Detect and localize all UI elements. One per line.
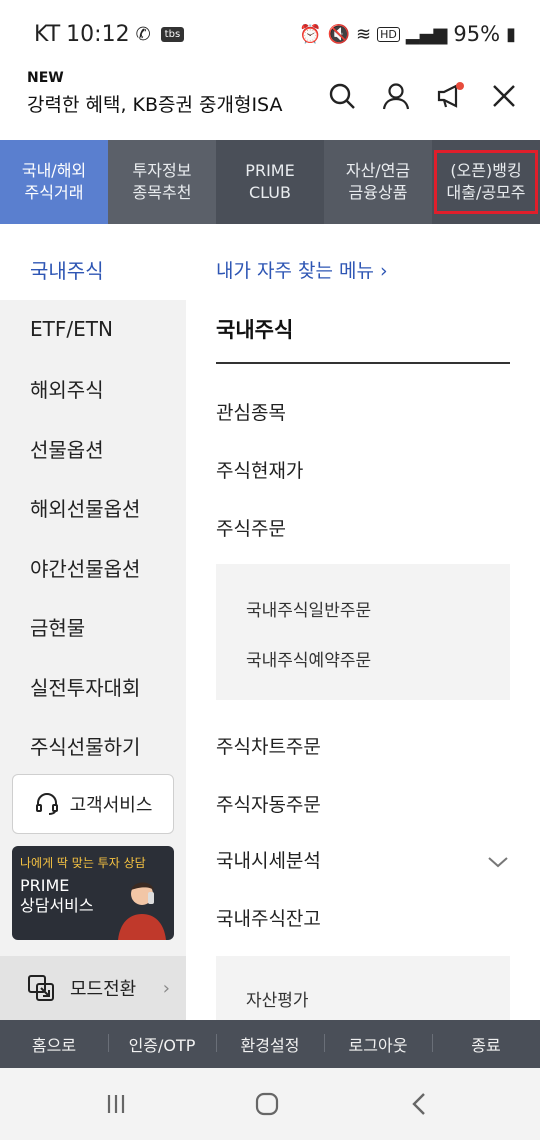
mode-switch-icon <box>28 975 54 1001</box>
menu-item-auto-order[interactable]: 주식자동주문 <box>216 790 321 817</box>
time-label: 10:12 <box>66 22 130 47</box>
section-divider <box>216 362 510 364</box>
favorite-menu-link[interactable]: 내가 자주 찾는 메뉴 › <box>216 256 388 283</box>
prime-consult-banner[interactable]: 나에게 딱 맞는 투자 상담 PRIME 상담서비스 <box>12 846 174 940</box>
submenu-order: 국내주식일반주문 국내주식예약주문 <box>216 564 510 700</box>
bottom-exit-button[interactable]: 종료 <box>432 1032 540 1056</box>
tab-label: 주식거래 <box>24 183 84 202</box>
status-left: KT 10:12 ✆ tbs <box>34 22 185 47</box>
battery-icon: ▮ <box>506 23 516 45</box>
close-icon[interactable] <box>486 78 522 114</box>
leftnav-item-etf-etn[interactable]: ETF/ETN <box>0 300 186 360</box>
tab-banking-loan[interactable]: (오픈)뱅킹 대출/공모주 <box>432 140 540 224</box>
menu-item-current-price[interactable]: 주식현재가 <box>216 456 303 483</box>
leftnav-item-stock-gift[interactable]: 주식선물하기 <box>0 716 186 776</box>
app-header: NEW 강력한 혜택, KB증권 중개형ISA <box>0 66 540 140</box>
signal-icon: ▂▄▆ <box>405 23 448 45</box>
consultant-illustration-icon <box>118 882 166 940</box>
submenu-item-asset-valuation[interactable]: 자산평가 <box>246 986 309 1011</box>
menu-item-market-analysis[interactable]: 국내시세분석 <box>216 846 321 873</box>
customer-service-button[interactable]: 고객서비스 <box>12 774 174 834</box>
leftnav-item-domestic-stock[interactable]: 국내주식 <box>0 240 186 300</box>
menu-item-chart-order[interactable]: 주식차트주문 <box>216 732 321 759</box>
tab-label: PRIME <box>245 161 295 180</box>
section-title: 국내주식 <box>216 318 294 342</box>
leftnav-item-night-futures[interactable]: 야간선물옵션 <box>0 538 186 598</box>
bottom-home-button[interactable]: 홈으로 <box>0 1032 108 1056</box>
tab-label: 국내/해외 <box>21 161 87 180</box>
leftnav-item-gold[interactable]: 금현물 <box>0 597 186 657</box>
status-right: ⏰ 🔇 ≋ HD ▂▄▆ 95% ▮ <box>299 22 516 46</box>
battery-label: 95% <box>453 22 501 46</box>
tab-asset-pension[interactable]: 자산/연금금융상품 <box>324 140 432 224</box>
favorite-menu-label: 내가 자주 찾는 메뉴 <box>216 260 374 282</box>
tab-label: 투자정보 <box>132 161 192 180</box>
mode-switch-button[interactable]: 모드전환 › <box>0 956 186 1020</box>
megaphone-icon[interactable] <box>432 78 468 114</box>
banner-title: PRIME 상담서비스 <box>20 876 110 916</box>
menu-content: 내가 자주 찾는 메뉴 › 국내주식 관심종목 주식현재가 주식주문 국내주식일… <box>186 240 540 1020</box>
bottom-settings-button[interactable]: 환경설정 <box>216 1032 324 1056</box>
menu-item-stock-order[interactable]: 주식주문 <box>216 514 286 541</box>
bottom-auth-otp-button[interactable]: 인증/OTP <box>108 1032 216 1056</box>
chevron-right-icon: › <box>380 260 388 282</box>
tbs-badge: tbs <box>160 27 185 42</box>
tab-investment-info[interactable]: 투자정보종목추천 <box>108 140 216 224</box>
chevron-right-icon: › <box>162 977 170 999</box>
tab-label: 금융상품 <box>348 183 408 202</box>
leftnav-item-contest[interactable]: 실전투자대회 <box>0 657 186 717</box>
submenu-item-general-order[interactable]: 국내주식일반주문 <box>246 596 371 621</box>
user-icon[interactable] <box>378 78 414 114</box>
recent-apps-icon[interactable] <box>96 1086 136 1122</box>
bottom-logout-button[interactable]: 로그아웃 <box>324 1032 432 1056</box>
tab-prime-club[interactable]: PRIME CLUB <box>216 140 324 224</box>
mute-icon: 🔇 <box>327 23 351 45</box>
new-badge: NEW <box>27 70 64 86</box>
promo-title[interactable]: 강력한 혜택, KB증권 중개형ISA <box>27 90 282 117</box>
tab-label: CLUB <box>249 183 291 202</box>
customer-service-label: 고객서비스 <box>69 795 153 816</box>
banner-title-line: PRIME <box>20 876 70 895</box>
leftnav-item-futures-options[interactable]: 선물옵션 <box>0 419 186 479</box>
tab-label: 종목추천 <box>132 183 192 202</box>
leftnav-item-overseas-stock[interactable]: 해외주식 <box>0 359 186 419</box>
carrier-label: KT <box>34 22 61 47</box>
wifi-icon: ≋ <box>356 23 372 45</box>
search-icon[interactable] <box>324 78 360 114</box>
banner-tag: 나에게 딱 맞는 투자 상담 <box>20 856 146 870</box>
banner-title-line: 상담서비스 <box>20 896 94 915</box>
system-nav-bar <box>0 1068 540 1140</box>
left-nav: 국내주식 ETF/ETN 해외주식 선물옵션 해외선물옵션 야간선물옵션 금현물… <box>0 240 186 1020</box>
submenu-item-reserve-order[interactable]: 국내주식예약주문 <box>246 646 371 671</box>
headset-icon <box>35 793 58 815</box>
menu-item-stock-balance[interactable]: 국내주식잔고 <box>216 904 321 931</box>
tab-label: 자산/연금 <box>345 161 411 180</box>
home-icon[interactable] <box>247 1086 287 1122</box>
leftnav-item-overseas-futures[interactable]: 해외선물옵션 <box>0 478 186 538</box>
mode-switch-label: 모드전환 <box>70 979 137 1000</box>
back-icon[interactable] <box>400 1086 440 1122</box>
status-bar: KT 10:12 ✆ tbs ⏰ 🔇 ≋ HD ▂▄▆ 95% ▮ <box>0 0 540 72</box>
chevron-down-icon[interactable] <box>486 850 510 874</box>
notification-dot <box>456 82 464 90</box>
alarm-icon: ⏰ <box>299 23 322 45</box>
call-icon: ✆ <box>135 24 151 45</box>
bottom-bar: 홈으로 인증/OTP 환경설정 로그아웃 종료 <box>0 1020 540 1068</box>
submenu-balance: 자산평가 <box>216 956 510 1020</box>
tab-domestic-overseas-trading[interactable]: 국내/해외주식거래 <box>0 140 108 224</box>
menu-item-watchlist[interactable]: 관심종목 <box>216 398 286 425</box>
category-tabs: 국내/해외주식거래 투자정보종목추천 PRIME CLUB 자산/연금금융상품 (… <box>0 140 540 224</box>
highlight-box <box>434 150 538 214</box>
hd-badge: HD <box>377 26 400 42</box>
